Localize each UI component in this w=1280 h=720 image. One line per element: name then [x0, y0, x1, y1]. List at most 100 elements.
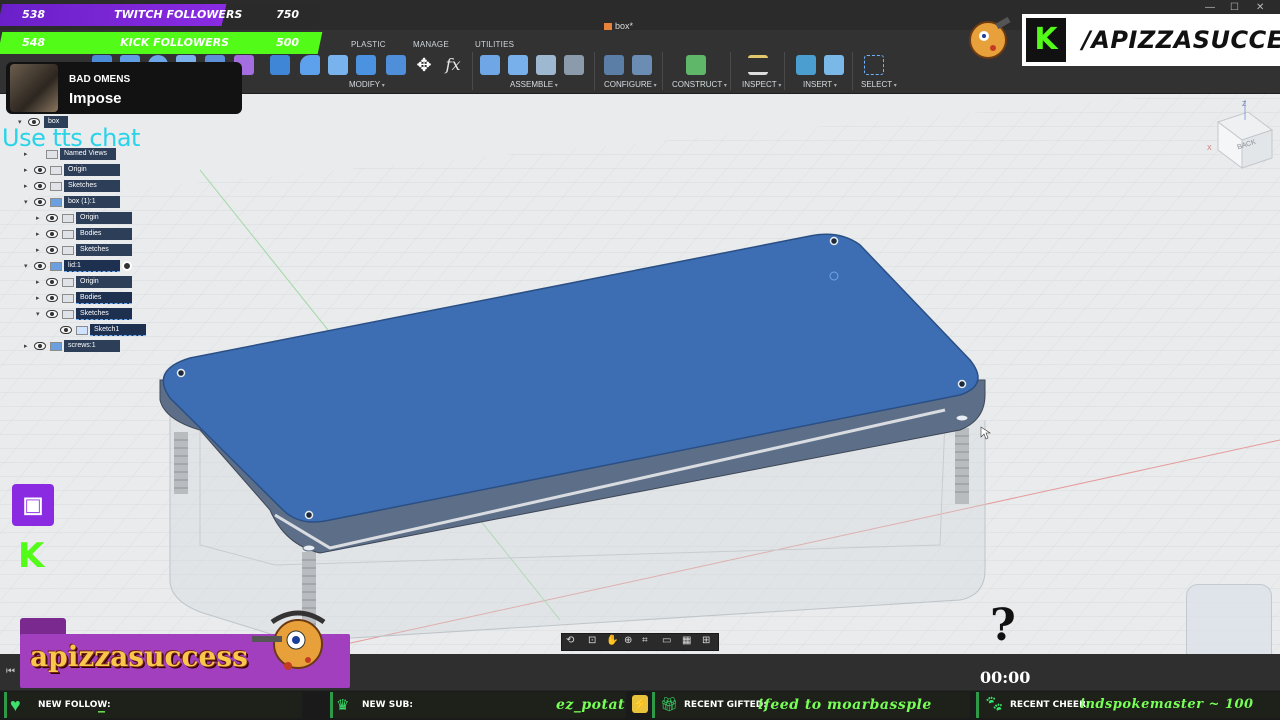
joint-icon[interactable]: [508, 55, 528, 75]
pan-hand-icon[interactable]: ✋: [606, 635, 618, 646]
kick-followers-goal: 500: [276, 36, 300, 49]
tree-item-screws[interactable]: ▸ screws:1: [24, 340, 120, 352]
measure-icon[interactable]: [748, 55, 768, 75]
eye-icon[interactable]: [34, 166, 46, 174]
eye-icon[interactable]: [46, 246, 58, 254]
joint-origin-icon[interactable]: [564, 55, 584, 75]
assemble-menu[interactable]: ASSEMBLE: [510, 80, 558, 89]
select-icon[interactable]: [864, 55, 884, 75]
tree-item-label: Bodies: [76, 228, 132, 240]
tree-item-origin[interactable]: ▸ Origin: [36, 212, 132, 224]
eye-icon[interactable]: [34, 262, 46, 270]
shell-icon[interactable]: [328, 55, 348, 75]
press-pull-icon[interactable]: [270, 55, 290, 75]
twitch-followers-bar: 538 TWITCH FOLLOWERS 750: [0, 4, 323, 26]
as-built-joint-icon[interactable]: [536, 55, 556, 75]
activate-radio-icon[interactable]: [122, 261, 132, 271]
gift-icon: 🎁︎: [660, 696, 678, 712]
recent-gifted-value: ifeed to moarbassple: [758, 697, 932, 713]
folder-icon: [62, 309, 74, 319]
configure-menu[interactable]: CONFIGURE: [604, 80, 657, 89]
lid-hole-bottom: [302, 544, 316, 552]
eye-icon[interactable]: [60, 326, 72, 334]
insert-derive-icon[interactable]: [796, 55, 816, 75]
modify-menu[interactable]: MODIFY: [349, 80, 385, 89]
tab-utilities[interactable]: UTILITIES: [475, 40, 514, 49]
twitch-followers-goal: 750: [276, 8, 300, 21]
twitch-followers-current: 538: [22, 8, 46, 21]
eye-icon[interactable]: [46, 310, 58, 318]
timeline-start-icon[interactable]: ⏮: [6, 666, 15, 677]
tree-item-label: Bodies: [76, 292, 132, 304]
pizza-mascot-icon: [960, 10, 1016, 66]
kick-followers-current: 548: [22, 36, 46, 49]
eye-icon[interactable]: [34, 182, 46, 190]
chevron-right-icon[interactable]: ▸: [36, 278, 46, 286]
construct-menu[interactable]: CONSTRUCT: [672, 80, 727, 89]
combine-icon[interactable]: [356, 55, 376, 75]
eye-icon[interactable]: [34, 198, 46, 206]
tree-item-bodies[interactable]: ▸ Bodies: [36, 228, 132, 240]
chevron-down-icon[interactable]: ▾: [24, 262, 34, 270]
fillet-icon[interactable]: [300, 55, 320, 75]
toolbar-separator: [662, 52, 663, 90]
viewports-icon[interactable]: ⊞: [702, 635, 710, 646]
lid-hole-bottom-right: [955, 414, 969, 422]
tree-item-label: Origin: [76, 212, 132, 224]
chevron-right-icon[interactable]: ▸: [36, 214, 46, 222]
tree-item-sketches[interactable]: ▾ Sketches: [36, 308, 132, 320]
chevron-right-icon[interactable]: ▸: [36, 294, 46, 302]
tab-plastic[interactable]: PLASTIC: [351, 40, 386, 49]
component-icon: [50, 197, 62, 207]
chevron-right-icon[interactable]: ▸: [24, 342, 34, 350]
parameters-icon[interactable]: fx: [443, 55, 463, 75]
configure-table-icon[interactable]: [632, 55, 652, 75]
tree-item-label: Sketch1: [90, 324, 146, 336]
paw-icon: 🐾︎: [984, 696, 1005, 713]
eye-icon[interactable]: [46, 278, 58, 286]
chevron-right-icon[interactable]: ▸: [36, 230, 46, 238]
move-icon[interactable]: ✥: [414, 55, 434, 75]
tree-item-sketch1[interactable]: Sketch1: [60, 324, 146, 336]
new-sub-value: ez_potat: [556, 697, 625, 713]
tree-item-sketches[interactable]: ▸ Sketches: [24, 180, 120, 192]
orbit-icon[interactable]: ⟲: [566, 635, 574, 646]
minimize-icon[interactable]: —: [1205, 2, 1215, 13]
eye-icon[interactable]: [46, 214, 58, 222]
maximize-icon[interactable]: ☐: [1230, 2, 1239, 13]
split-body-icon[interactable]: [386, 55, 406, 75]
tab-manage[interactable]: MANAGE: [413, 40, 449, 49]
insert-menu[interactable]: INSERT: [803, 80, 837, 89]
configure-icon[interactable]: [604, 55, 624, 75]
chevron-right-icon[interactable]: ▸: [24, 166, 34, 174]
chevron-down-icon[interactable]: ▾: [36, 310, 46, 318]
grid-settings-icon[interactable]: ▦: [682, 635, 691, 646]
tree-item-box-1[interactable]: ▾ box (1):1: [24, 196, 120, 208]
toolbar-separator: [594, 52, 595, 90]
eye-icon[interactable]: [34, 342, 46, 350]
tree-item-sketches[interactable]: ▸ Sketches: [36, 244, 132, 256]
zoom-icon[interactable]: ⊕: [624, 635, 632, 646]
display-settings-icon[interactable]: ▭: [662, 635, 671, 646]
kick-followers-label: KICK FOLLOWERS: [120, 36, 230, 49]
select-menu[interactable]: SELECT: [861, 80, 897, 89]
look-at-icon[interactable]: ⊡: [588, 635, 596, 646]
eye-icon[interactable]: [46, 230, 58, 238]
toolbar-separator: [730, 52, 731, 90]
chevron-right-icon[interactable]: ▸: [24, 182, 34, 190]
close-icon[interactable]: ✕: [1256, 2, 1264, 13]
navigation-bar: ⟲ ⊡ ✋ ⊕ ⌗ ▭ ▦ ⊞: [561, 633, 719, 651]
insert-image-icon[interactable]: [824, 55, 844, 75]
tree-item-bodies[interactable]: ▸ Bodies: [36, 292, 132, 304]
fit-icon[interactable]: ⌗: [642, 635, 648, 646]
new-component-icon[interactable]: [480, 55, 500, 75]
eye-icon[interactable]: [46, 294, 58, 302]
offset-plane-icon[interactable]: [686, 55, 706, 75]
inspect-menu[interactable]: INSPECT: [742, 80, 781, 89]
tree-item-lid[interactable]: ▾ lid:1: [24, 260, 132, 272]
chevron-right-icon[interactable]: ▸: [36, 246, 46, 254]
chevron-down-icon[interactable]: ▾: [24, 198, 34, 206]
folder-icon: [62, 229, 74, 239]
tree-item-origin[interactable]: ▸ Origin: [24, 164, 120, 176]
tree-item-origin[interactable]: ▸ Origin: [36, 276, 132, 288]
